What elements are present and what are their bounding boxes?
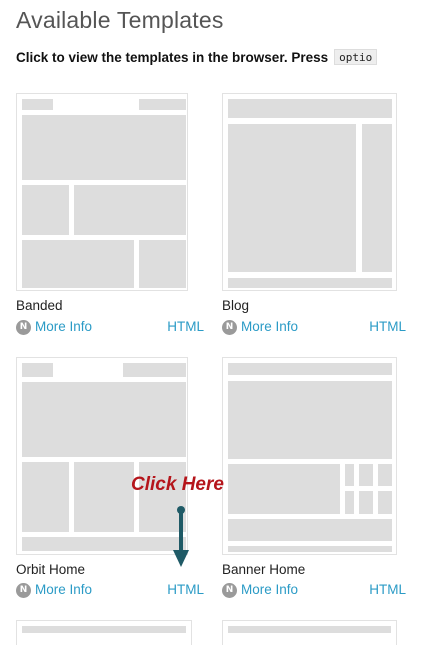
template-links: N More Info HTML [222, 582, 406, 600]
more-info-link[interactable]: More Info [35, 582, 92, 597]
instructions-text: Click to view the templates in the brows… [16, 49, 443, 69]
info-badge-icon: N [16, 583, 31, 598]
template-card-blog: Blog N More Info HTML [222, 93, 406, 338]
thumb-block [139, 99, 186, 110]
thumb-block [345, 491, 354, 514]
thumb-block [362, 124, 392, 272]
template-name: Banner Home [222, 562, 306, 577]
template-name: Blog [222, 298, 250, 313]
template-thumbnail-partial[interactable] [222, 620, 397, 645]
thumb-block [22, 537, 186, 551]
template-thumbnail-banded[interactable] [16, 93, 188, 291]
thumb-block [139, 240, 186, 288]
more-info-link[interactable]: More Info [241, 319, 298, 334]
thumb-block [228, 124, 356, 272]
template-name: Orbit Home [16, 562, 86, 577]
more-info-link[interactable]: More Info [35, 319, 92, 334]
template-thumbnail-blog[interactable] [222, 93, 397, 291]
thumb-block [22, 462, 69, 532]
thumb-block [228, 546, 392, 552]
html-link[interactable]: HTML [369, 582, 406, 597]
page-title: Available Templates [16, 7, 224, 33]
thumb-block [359, 464, 373, 486]
template-thumbnail-partial[interactable] [16, 620, 192, 645]
thumb-block [228, 381, 392, 459]
html-link[interactable]: HTML [369, 319, 406, 334]
thumb-block [228, 278, 392, 288]
more-info-link[interactable]: More Info [241, 582, 298, 597]
instructions-label: Click to view the templates in the brows… [16, 50, 329, 65]
thumb-block [345, 464, 354, 486]
template-links: N More Info HTML [222, 319, 406, 337]
template-card-banded: Banded N More Info HTML [16, 93, 204, 338]
thumb-block [228, 519, 392, 541]
thumb-block [228, 363, 392, 375]
thumb-block [22, 382, 186, 457]
html-link[interactable]: HTML [167, 319, 204, 334]
template-links: N More Info HTML [16, 582, 204, 600]
callout-arrow-icon [173, 506, 189, 567]
thumb-block [22, 115, 186, 180]
thumb-block [123, 363, 186, 377]
instructions-key: optio [334, 49, 378, 65]
thumb-block [359, 491, 373, 514]
thumb-block [22, 626, 186, 633]
template-thumbnail-banner-home[interactable] [222, 357, 397, 555]
thumb-block [378, 464, 392, 486]
template-name: Banded [16, 298, 63, 313]
thumb-block [228, 99, 392, 118]
template-card-banner-home: Banner Home N More Info HTML [222, 357, 406, 602]
info-badge-icon: N [222, 583, 237, 598]
thumb-block [74, 462, 134, 532]
callout-click-here: Click Here [131, 474, 224, 495]
thumb-block [228, 464, 340, 514]
thumb-block [22, 185, 69, 235]
info-badge-icon: N [222, 320, 237, 335]
thumb-block [74, 185, 186, 235]
thumb-block [22, 240, 134, 288]
template-links: N More Info HTML [16, 319, 204, 337]
html-link[interactable]: HTML [167, 582, 204, 597]
thumb-block [22, 363, 53, 377]
template-thumbnail-orbit-home[interactable] [16, 357, 188, 555]
thumb-block [22, 99, 53, 110]
info-badge-icon: N [16, 320, 31, 335]
thumb-block [228, 626, 391, 633]
thumb-block [378, 491, 392, 514]
